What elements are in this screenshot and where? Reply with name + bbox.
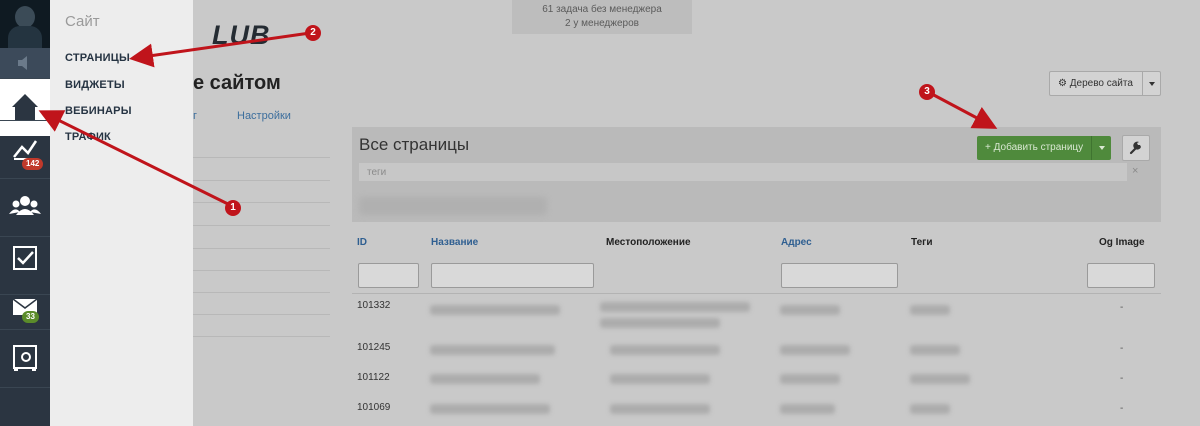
annotation-arrows bbox=[38, 31, 998, 207]
arrow-2 bbox=[129, 31, 311, 68]
arrow-3 bbox=[929, 91, 998, 129]
arrow-1 bbox=[38, 110, 231, 207]
annotation-marker-2: 2 bbox=[305, 25, 321, 41]
annotation-marker-1: 1 bbox=[225, 200, 241, 216]
annotation-marker-3: 3 bbox=[919, 84, 935, 100]
